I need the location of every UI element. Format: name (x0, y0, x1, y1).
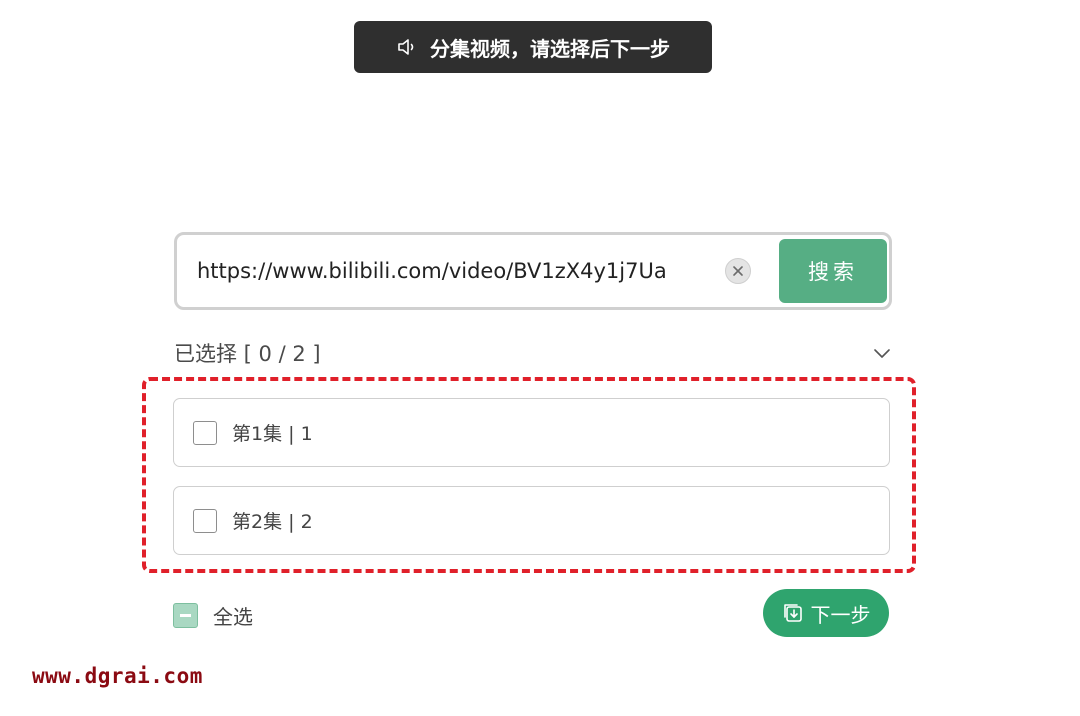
chevron-down-icon[interactable] (872, 343, 892, 363)
select-all-checkbox[interactable] (173, 603, 198, 628)
search-button[interactable]: 搜索 (779, 239, 887, 303)
select-all-label: 全选 (213, 605, 253, 629)
selection-count: 已选择 [ 0 / 2 ] (174, 342, 321, 366)
clear-button[interactable] (725, 258, 751, 284)
episode-checkbox[interactable] (193, 420, 217, 445)
close-circle-icon (731, 264, 745, 278)
episode-item[interactable]: 第1集 | 1 (173, 398, 890, 467)
episode-label: 第1集 | 1 (232, 423, 313, 445)
toast-message: 分集视频，请选择后下一步 (354, 21, 712, 73)
selection-header: 已选择 [ 0 / 2 ] (174, 336, 892, 370)
watermark: www.dgrai.com (32, 664, 203, 688)
search-bar: 搜索 (174, 232, 892, 310)
select-all[interactable]: 全选 (173, 601, 253, 630)
next-step-label: 下一步 (810, 604, 871, 627)
episode-label: 第2集 | 2 (232, 511, 313, 533)
download-box-icon (782, 602, 804, 624)
toast-text: 分集视频，请选择后下一步 (430, 36, 670, 61)
next-step-button[interactable]: 下一步 (763, 589, 889, 637)
episode-item[interactable]: 第2集 | 2 (173, 486, 890, 555)
url-input[interactable] (197, 247, 713, 295)
speaker-icon (396, 36, 418, 58)
indeterminate-icon (180, 614, 191, 617)
episode-checkbox[interactable] (193, 508, 217, 533)
